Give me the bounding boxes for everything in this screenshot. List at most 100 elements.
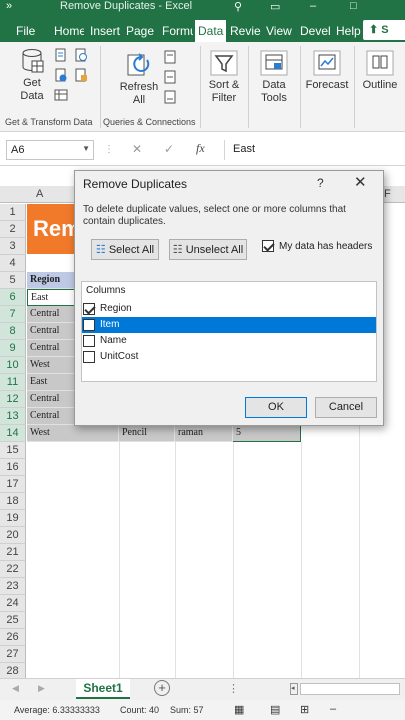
region-cell[interactable]: East — [27, 374, 77, 391]
enter-icon[interactable]: ✓ — [164, 142, 174, 156]
row-header[interactable]: 15 — [0, 442, 26, 459]
properties-icon[interactable] — [163, 70, 177, 84]
tab-home[interactable]: Home — [52, 20, 84, 42]
row-header[interactable]: 8 — [0, 323, 26, 340]
tab-help[interactable]: Help — [334, 20, 362, 42]
title-banner[interactable]: Rem — [27, 204, 81, 254]
row-header[interactable]: 19 — [0, 510, 26, 527]
existing-connections-icon[interactable] — [74, 68, 88, 82]
more-sheets-icon[interactable]: ⋮ — [228, 682, 239, 695]
web-icon[interactable] — [54, 68, 68, 82]
row-header[interactable]: 23 — [0, 578, 26, 595]
row-header[interactable]: 2 — [0, 221, 26, 238]
insert-function-icon[interactable]: fx — [196, 141, 205, 156]
add-sheet-icon[interactable]: + — [154, 680, 170, 696]
column-header-f[interactable]: F — [384, 188, 391, 200]
ok-button[interactable]: OK — [245, 397, 307, 418]
cell-a14[interactable]: West — [27, 425, 119, 442]
region-cell[interactable]: West — [27, 357, 77, 374]
help-button[interactable]: ? — [317, 176, 324, 190]
row-header[interactable]: 4 — [0, 255, 26, 272]
page-layout-icon[interactable]: ▤ — [270, 703, 280, 716]
column-item-item[interactable]: Item — [82, 317, 376, 333]
region-cell[interactable]: Central — [27, 323, 77, 340]
recent-sources-icon[interactable] — [74, 48, 88, 62]
text-csv-icon[interactable] — [54, 48, 68, 62]
chevron-icon[interactable]: » — [6, 0, 12, 12]
row-header[interactable]: 10 — [0, 357, 26, 374]
my-data-has-headers-checkbox[interactable] — [262, 240, 274, 252]
select-all-button[interactable]: ☷ Select All — [91, 239, 159, 260]
get-data-button[interactable]: Get Data — [14, 48, 50, 103]
column-header-a[interactable]: A — [36, 188, 43, 200]
row-header[interactable]: 12 — [0, 391, 26, 408]
row-header[interactable]: 14 — [0, 425, 26, 442]
tab-insert[interactable]: Insert — [88, 20, 122, 42]
row-header[interactable]: 11 — [0, 374, 26, 391]
row-header[interactable]: 21 — [0, 544, 26, 561]
page-break-icon[interactable]: ⊞ — [300, 703, 309, 716]
tab-data[interactable]: Data — [195, 20, 226, 42]
scroll-left-icon[interactable]: ◀ — [12, 683, 19, 694]
edit-links-icon[interactable] — [163, 90, 177, 104]
scroll-right-icon[interactable]: ▶ — [38, 683, 45, 694]
row-header[interactable]: 24 — [0, 595, 26, 612]
cancel-icon[interactable]: ✕ — [132, 142, 142, 156]
row-header[interactable]: 3 — [0, 238, 26, 255]
sort-filter-button[interactable]: Sort & Filter — [204, 50, 244, 105]
row-header[interactable]: 7 — [0, 306, 26, 323]
search-icon[interactable]: ⚲ — [234, 0, 242, 13]
region-cell[interactable]: East — [27, 289, 77, 306]
tab-review[interactable]: Revie — [228, 20, 262, 42]
column-item-region[interactable]: Region — [82, 301, 376, 317]
close-icon[interactable]: ✕ — [354, 173, 367, 191]
row-header[interactable]: 9 — [0, 340, 26, 357]
horizontal-scrollbar[interactable] — [300, 683, 400, 695]
share-button[interactable]: ⬆ S — [363, 20, 405, 40]
column-item-name[interactable]: Name — [82, 333, 376, 349]
row-header[interactable]: 27 — [0, 646, 26, 663]
column-checkbox-region[interactable] — [83, 303, 95, 315]
hscroll-left-icon[interactable]: ◂ — [290, 683, 298, 695]
zoom-out-icon[interactable]: – — [330, 703, 336, 715]
cell-b14[interactable]: Pencil — [119, 425, 175, 442]
row-header[interactable]: 17 — [0, 476, 26, 493]
cell-d14[interactable]: 5 — [233, 425, 301, 442]
restore-icon[interactable]: □ — [350, 0, 357, 12]
header-cell-region[interactable]: Region — [27, 272, 77, 289]
column-checkbox-unitcost[interactable] — [83, 351, 95, 363]
row-header[interactable]: 18 — [0, 493, 26, 510]
tab-view[interactable]: View — [264, 20, 296, 42]
row-header[interactable]: 25 — [0, 612, 26, 629]
sheet-tab-sheet1[interactable]: Sheet1 — [76, 679, 130, 699]
row-header[interactable]: 26 — [0, 629, 26, 646]
region-cell[interactable]: Central — [27, 306, 77, 323]
row-header[interactable]: 5 — [0, 272, 26, 289]
row-header[interactable]: 1 — [0, 204, 26, 221]
region-cell[interactable]: Central — [27, 391, 77, 408]
tab-file[interactable]: File — [14, 20, 40, 42]
row-header[interactable]: 22 — [0, 561, 26, 578]
tab-formulas[interactable]: Formu — [160, 20, 193, 42]
formula-input[interactable]: East — [224, 140, 405, 160]
queries-icon[interactable] — [163, 50, 177, 64]
name-box[interactable]: A6 ▼ — [6, 140, 94, 160]
data-tools-button[interactable]: Data Tools — [252, 50, 296, 105]
columns-list[interactable]: Columns Region Item Name UnitCost — [81, 281, 377, 382]
outline-button[interactable]: Outline — [358, 50, 402, 92]
unselect-all-button[interactable]: ☷ Unselect All — [169, 239, 247, 260]
forecast-button[interactable]: Forecast — [304, 50, 350, 92]
table-range-icon[interactable] — [54, 88, 68, 102]
column-checkbox-name[interactable] — [83, 335, 95, 347]
minimize-icon[interactable]: – — [310, 0, 316, 12]
row-header[interactable]: 16 — [0, 459, 26, 476]
chevron-down-icon[interactable]: ▼ — [82, 144, 90, 153]
ribbon-display-icon[interactable]: ▭ — [270, 0, 280, 13]
row-header[interactable]: 20 — [0, 527, 26, 544]
tab-developer[interactable]: Devel — [298, 20, 332, 42]
column-item-unitcost[interactable]: UnitCost — [82, 349, 376, 365]
cell-c14[interactable]: raman — [175, 425, 233, 442]
region-cell[interactable]: Central — [27, 340, 77, 357]
row-header[interactable]: 13 — [0, 408, 26, 425]
tab-page[interactable]: Page — [124, 20, 158, 42]
